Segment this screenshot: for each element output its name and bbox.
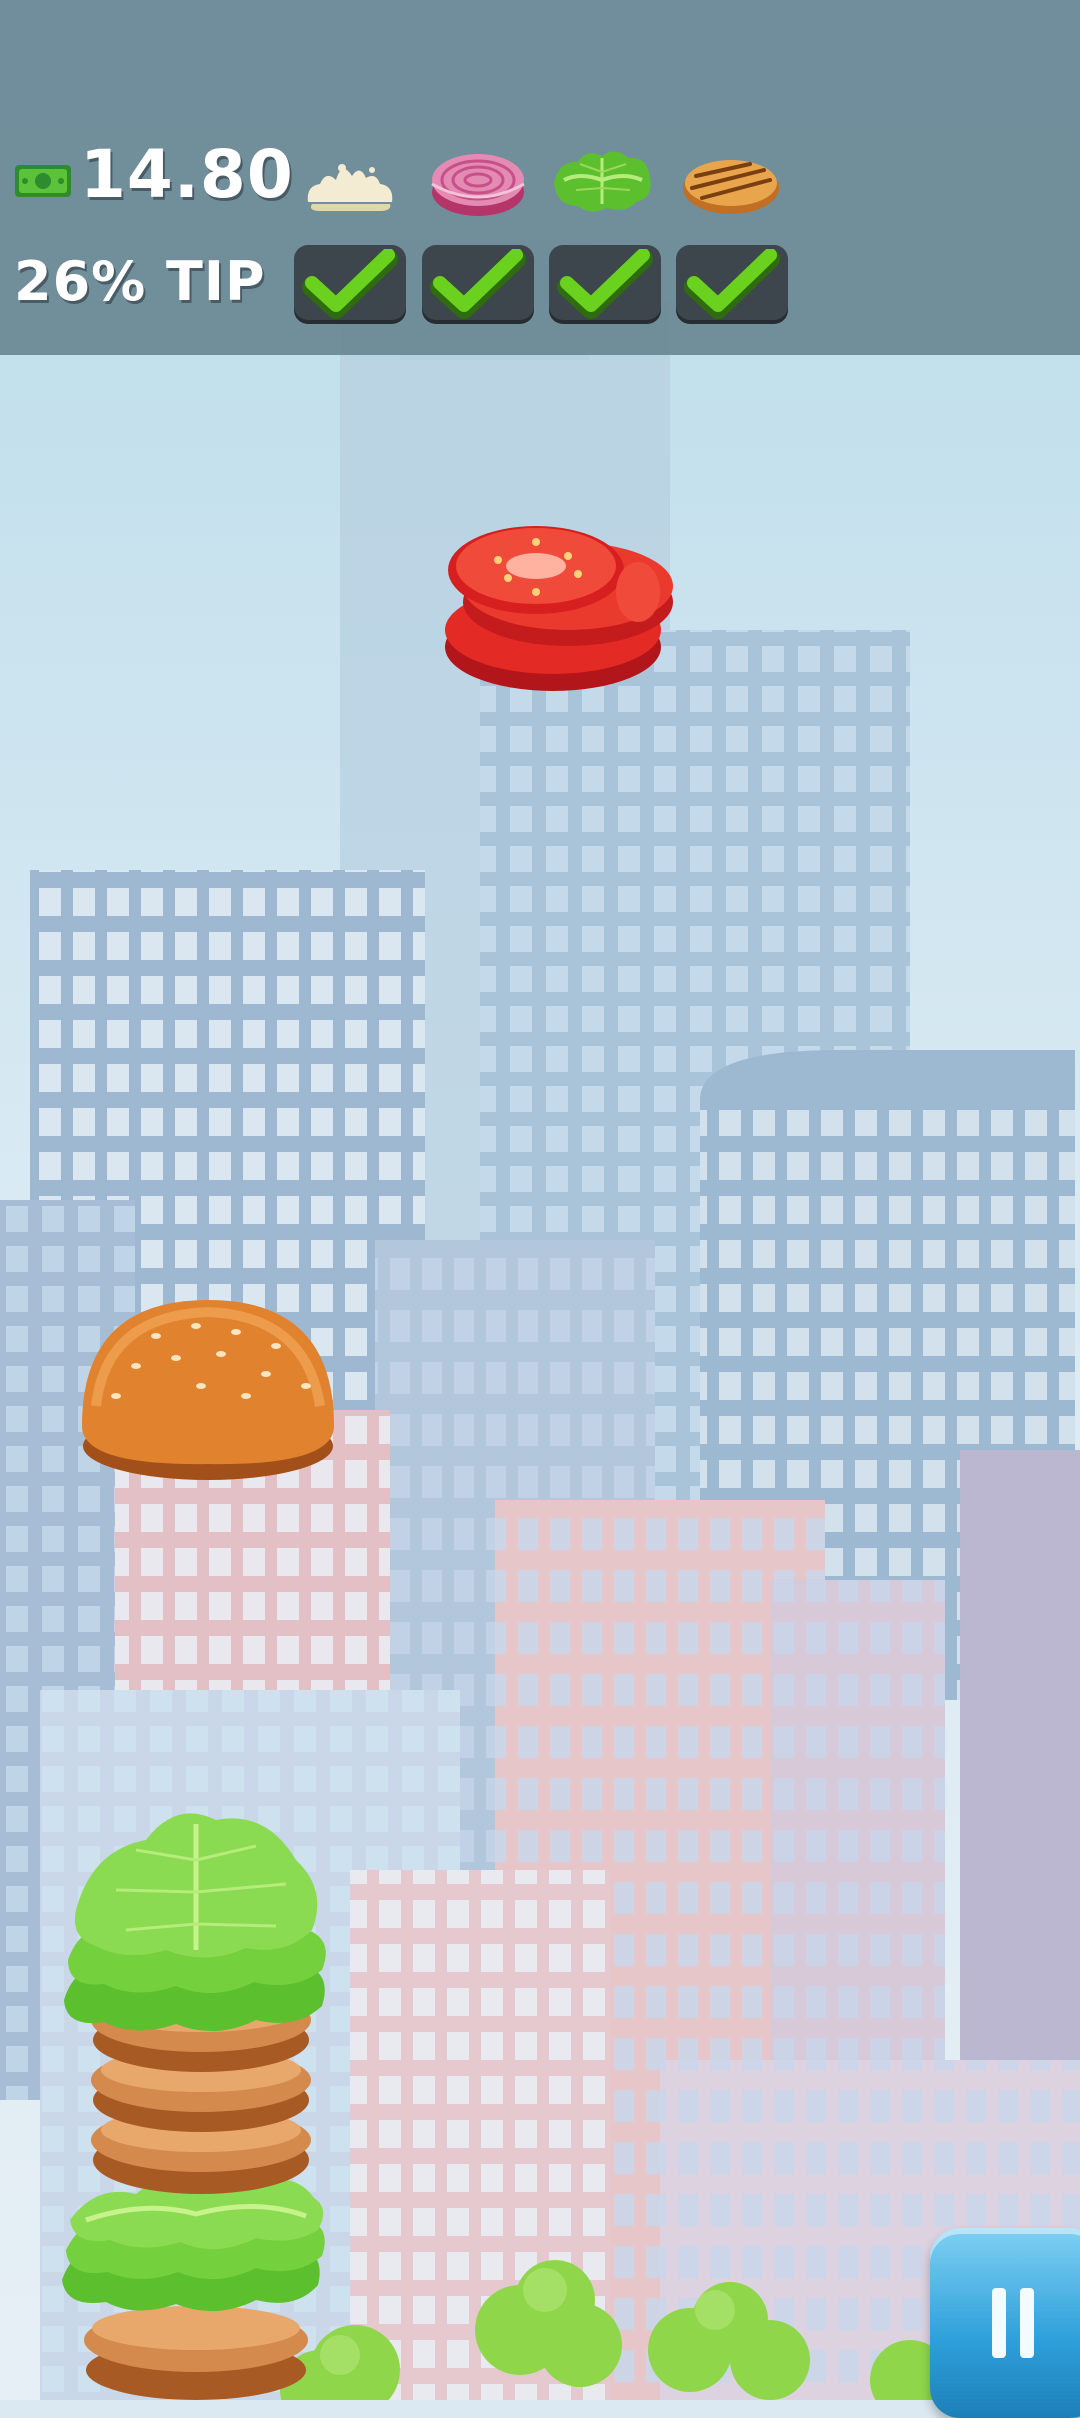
lettuce-icon <box>554 151 651 212</box>
bun-icon <box>683 160 779 214</box>
tomato-slices-icon[interactable] <box>438 512 683 697</box>
mayo-icon <box>307 164 393 211</box>
checkmark-icon <box>430 249 526 319</box>
order-check-1 <box>294 245 406 324</box>
checkmark-icon <box>302 249 398 319</box>
checkmark-icon <box>557 249 653 319</box>
order-check-4 <box>676 245 788 324</box>
order-check-3 <box>549 245 661 324</box>
money-icon <box>15 165 71 197</box>
checkmark-icon <box>684 249 780 319</box>
onion-icon <box>431 154 525 216</box>
bun-top-icon[interactable] <box>76 1296 341 1486</box>
money-amount: 14.80 <box>80 136 294 213</box>
tip-percentage: 26% TIP <box>14 250 266 313</box>
burger-stack <box>62 1813 326 2400</box>
pause-button[interactable] <box>930 2228 1080 2418</box>
order-check-2 <box>422 245 534 324</box>
order-hud: 14.80 26% TIP <box>0 0 1080 355</box>
